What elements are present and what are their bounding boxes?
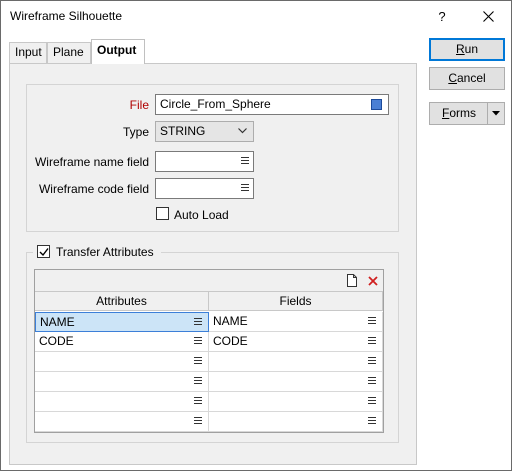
help-button[interactable]: ? (427, 1, 457, 32)
run-button[interactable]: Run (429, 38, 505, 61)
transfer-attributes-checkbox[interactable] (37, 245, 50, 258)
list-menu-icon[interactable] (368, 377, 376, 386)
new-page-icon[interactable] (347, 274, 357, 287)
tab-plane[interactable]: Plane (47, 42, 91, 63)
list-menu-icon[interactable] (241, 157, 249, 166)
run-mnemonic: R (455, 42, 465, 56)
wireframe-name-field[interactable] (155, 151, 254, 172)
field-cell[interactable]: CODE (209, 332, 383, 352)
attribute-cell[interactable] (35, 412, 209, 432)
list-menu-icon[interactable] (194, 397, 202, 406)
attribute-cell[interactable] (35, 372, 209, 392)
wireframe-name-label: Wireframe name field (34, 155, 149, 169)
field-value: CODE (213, 334, 248, 348)
auto-load-checkbox[interactable] (156, 207, 169, 220)
delete-icon[interactable] (368, 276, 378, 286)
list-menu-icon[interactable] (194, 417, 202, 426)
list-menu-icon[interactable] (194, 357, 202, 366)
list-menu-icon[interactable] (368, 337, 376, 346)
list-menu-icon[interactable] (241, 184, 249, 193)
grid-toolbar (35, 270, 383, 292)
column-header-attributes[interactable]: Attributes (35, 292, 209, 311)
cancel-button[interactable]: Cancel (429, 67, 505, 90)
type-label: Type (122, 125, 149, 139)
list-menu-icon[interactable] (194, 318, 202, 327)
file-input[interactable]: Circle_From_Sphere (155, 94, 389, 115)
attributes-grid: Attributes Fields NAME NAME CODE CODE (34, 269, 384, 433)
cancel-label: ancel (456, 71, 486, 85)
transfer-attributes-header: Transfer Attributes (33, 244, 161, 260)
file-value: Circle_From_Sphere (160, 97, 271, 111)
column-header-fields[interactable]: Fields (209, 292, 383, 311)
attribute-cell[interactable]: CODE (35, 332, 209, 352)
list-menu-icon[interactable] (368, 317, 376, 326)
field-value: NAME (213, 314, 248, 328)
attribute-cell[interactable] (35, 392, 209, 412)
tab-output[interactable]: Output (91, 39, 145, 64)
close-button[interactable] (471, 1, 507, 32)
browse-file-icon[interactable] (371, 99, 382, 110)
attribute-cell[interactable]: NAME (35, 312, 209, 332)
dialog-window: Wireframe Silhouette ? Input Plane Outpu… (0, 0, 512, 471)
close-icon (483, 11, 494, 22)
tab-input[interactable]: Input (9, 42, 47, 63)
attribute-value: CODE (39, 334, 74, 348)
attribute-value: NAME (40, 315, 75, 329)
checkmark-icon (39, 248, 49, 257)
attribute-cell[interactable] (35, 352, 209, 372)
list-menu-icon[interactable] (194, 337, 202, 346)
field-cell[interactable]: NAME (209, 312, 383, 332)
file-label: File (129, 98, 149, 112)
chevron-down-icon (238, 128, 247, 134)
cancel-mnemonic: C (448, 71, 457, 85)
run-label: un (464, 42, 479, 56)
wireframe-code-field[interactable] (155, 178, 254, 199)
title-bar: Wireframe Silhouette ? (1, 1, 511, 32)
field-cell[interactable] (209, 412, 383, 432)
wireframe-code-label: Wireframe code field (38, 182, 149, 196)
list-menu-icon[interactable] (194, 377, 202, 386)
forms-button[interactable]: Forms (429, 102, 505, 125)
dropdown-arrow-icon (492, 111, 500, 116)
type-value: STRING (160, 124, 206, 138)
list-menu-icon[interactable] (368, 397, 376, 406)
list-menu-icon[interactable] (368, 357, 376, 366)
forms-label: orms (449, 106, 476, 120)
window-title: Wireframe Silhouette (10, 9, 123, 23)
field-cell[interactable] (209, 372, 383, 392)
field-cell[interactable] (209, 392, 383, 412)
auto-load-label: Auto Load (174, 208, 229, 222)
field-cell[interactable] (209, 352, 383, 372)
forms-dropdown[interactable] (487, 103, 504, 124)
list-menu-icon[interactable] (368, 417, 376, 426)
type-select[interactable]: STRING (155, 121, 254, 142)
transfer-attributes-label: Transfer Attributes (56, 245, 154, 259)
